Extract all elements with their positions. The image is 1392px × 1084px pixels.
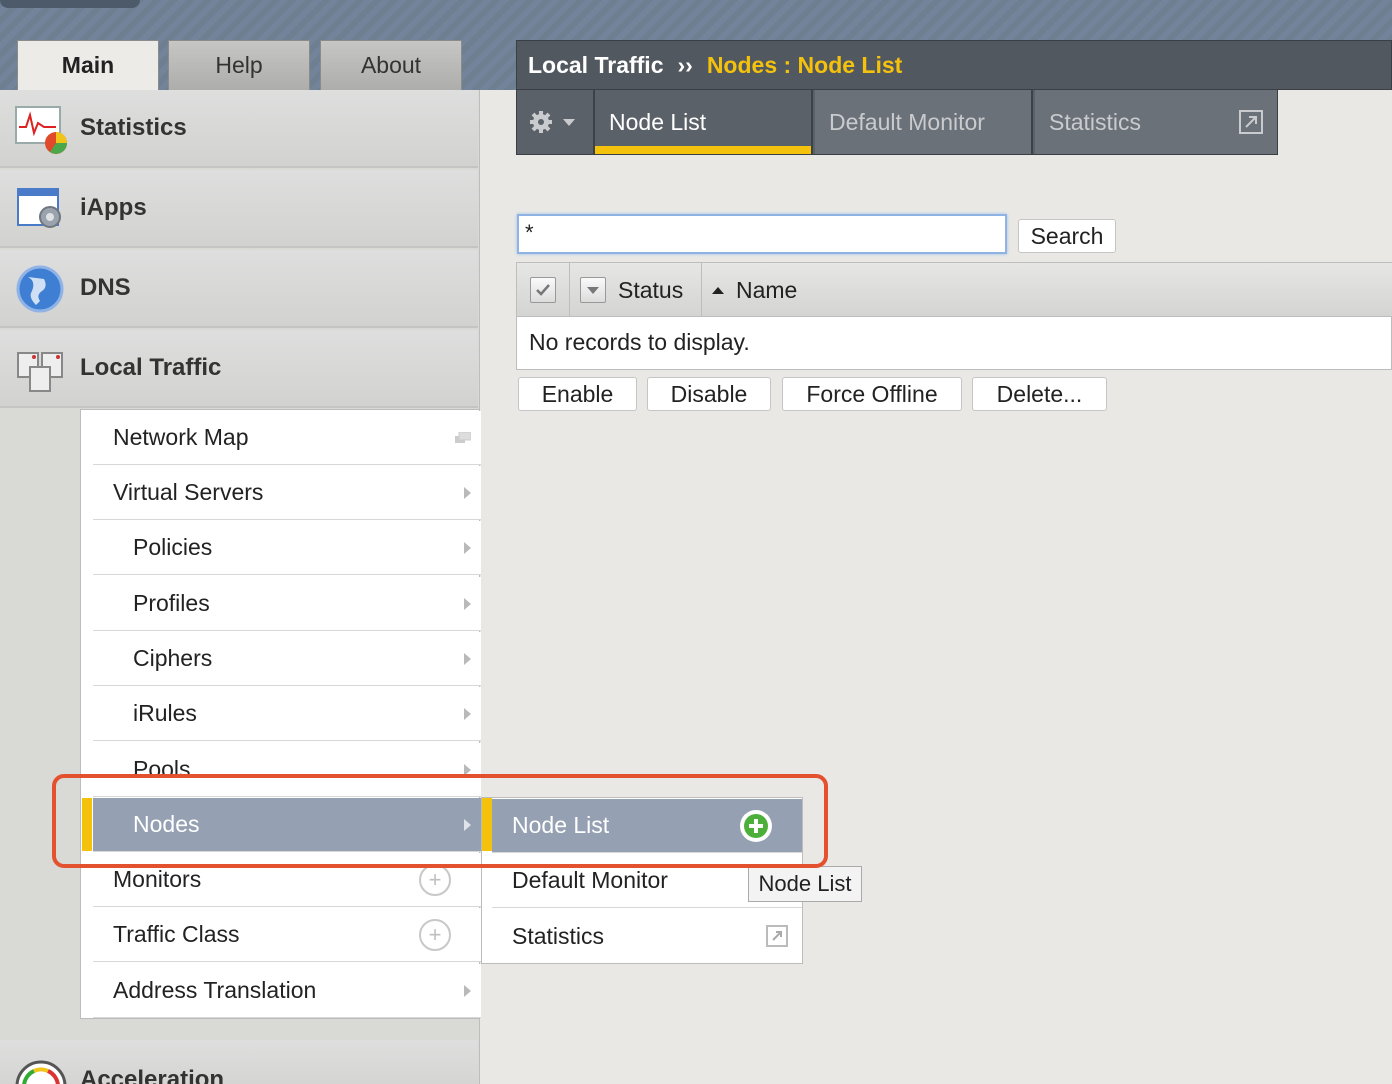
menu-item-traffic-class[interactable]: Traffic Class + xyxy=(93,908,481,962)
nav-section-acceleration[interactable]: Acceleration xyxy=(0,1040,478,1084)
tab-statistics[interactable]: Statistics xyxy=(1035,90,1277,154)
tab-help[interactable]: Help xyxy=(168,40,310,90)
checkbox-icon xyxy=(536,284,550,296)
dns-globe-icon xyxy=(16,265,64,313)
menu-label: Address Translation xyxy=(113,977,317,1003)
breadcrumb-section[interactable]: Local Traffic xyxy=(528,52,663,79)
menu-item-profiles[interactable]: Profiles xyxy=(93,577,481,631)
tab-label: Statistics xyxy=(1049,108,1142,135)
menu-item-virtual-servers[interactable]: Virtual Servers xyxy=(93,466,481,520)
menu-label: Virtual Servers xyxy=(113,479,264,505)
search-input[interactable]: * xyxy=(517,214,1007,254)
local-traffic-submenu: Network Map Virtual Servers Policies Pro… xyxy=(80,409,481,1019)
iapps-icon xyxy=(17,188,61,228)
empty-message: No records to display. xyxy=(529,329,750,355)
nav-section-local-traffic[interactable]: Local Traffic xyxy=(0,330,478,408)
chevron-down-icon xyxy=(587,286,599,294)
add-circle-icon[interactable]: + xyxy=(419,863,451,896)
network-map-icon xyxy=(455,431,471,443)
active-tab-underline xyxy=(595,146,811,154)
sort-up-icon xyxy=(712,286,724,294)
menu-item-policies[interactable]: Policies xyxy=(93,521,481,575)
nav-label-statistics: Statistics xyxy=(80,114,187,141)
chevron-right-icon xyxy=(464,707,471,720)
menu-item-ciphers[interactable]: Ciphers xyxy=(93,632,481,686)
nav-section-statistics[interactable]: Statistics xyxy=(0,90,478,168)
flyout-label: Statistics xyxy=(512,922,605,949)
select-all-checkbox[interactable] xyxy=(530,277,556,303)
tab-node-list[interactable]: Node List xyxy=(595,90,813,154)
nav-label-iapps: iApps xyxy=(80,194,147,221)
chevron-right-icon xyxy=(464,541,471,554)
nav-label-local-traffic: Local Traffic xyxy=(80,354,222,381)
menu-item-irules[interactable]: iRules xyxy=(93,687,481,741)
menu-label: Network Map xyxy=(113,424,249,450)
chevron-right-icon xyxy=(464,984,471,997)
breadcrumb: Local Traffic ›› Nodes : Node List xyxy=(516,40,1392,90)
column-name[interactable]: Name xyxy=(702,263,1392,317)
chevron-down-icon xyxy=(563,118,575,126)
select-all-cell xyxy=(517,263,570,317)
add-circle-icon[interactable]: + xyxy=(419,918,451,951)
column-label-status: Status xyxy=(618,276,684,303)
menu-label: Monitors xyxy=(113,866,202,892)
node-list-table: Status Name No records to display. xyxy=(516,262,1392,370)
menu-item-address-translation[interactable]: Address Translation xyxy=(93,964,481,1018)
local-traffic-icon xyxy=(17,352,63,392)
tab-about[interactable]: About xyxy=(320,40,462,90)
table-header: Status Name xyxy=(517,263,1392,317)
gear-icon xyxy=(530,111,552,133)
delete-button[interactable]: Delete... xyxy=(972,377,1107,411)
tab-main[interactable]: Main xyxy=(17,40,159,90)
column-status[interactable]: Status xyxy=(570,263,702,317)
search-button[interactable]: Search xyxy=(1018,219,1116,253)
menu-label: Ciphers xyxy=(133,645,213,671)
menu-item-network-map[interactable]: Network Map xyxy=(93,411,481,465)
status-filter-dropdown[interactable] xyxy=(580,277,606,303)
menu-label: Traffic Class xyxy=(113,921,240,947)
tab-label: Default Monitor xyxy=(829,108,985,135)
chevron-right-icon xyxy=(464,597,471,610)
breadcrumb-separator: ›› xyxy=(677,51,693,78)
flyout-item-statistics[interactable]: Statistics xyxy=(492,909,802,963)
nav-section-iapps[interactable]: iApps xyxy=(0,170,478,248)
enable-button[interactable]: Enable xyxy=(518,377,637,411)
tooltip: Node List xyxy=(748,866,862,902)
disable-button[interactable]: Disable xyxy=(647,377,771,411)
chevron-right-icon xyxy=(464,486,471,499)
column-label-name: Name xyxy=(736,276,798,303)
statistics-icon xyxy=(15,106,67,154)
chevron-right-icon xyxy=(464,652,471,665)
breadcrumb-page: Nodes : Node List xyxy=(706,51,903,78)
nav-label-dns: DNS xyxy=(80,274,131,301)
force-offline-button[interactable]: Force Offline xyxy=(782,377,962,411)
menu-label: Policies xyxy=(133,534,213,560)
menu-label: iRules xyxy=(133,700,197,726)
content-tab-bar: Node List Default Monitor Statistics xyxy=(516,89,1278,155)
menu-label: Profiles xyxy=(133,590,210,616)
flyout-label: Default Monitor xyxy=(512,867,668,893)
gear-menu-button[interactable] xyxy=(517,90,595,154)
nav-label-acceleration: Acceleration xyxy=(80,1066,225,1084)
popout-icon[interactable] xyxy=(1239,110,1263,134)
tab-label: Node List xyxy=(609,108,707,135)
nav-section-dns[interactable]: DNS xyxy=(0,250,478,328)
tab-default-monitor[interactable]: Default Monitor xyxy=(815,90,1033,154)
acceleration-icon xyxy=(15,1060,67,1084)
highlight-box xyxy=(52,774,828,868)
popout-icon[interactable] xyxy=(766,925,788,947)
